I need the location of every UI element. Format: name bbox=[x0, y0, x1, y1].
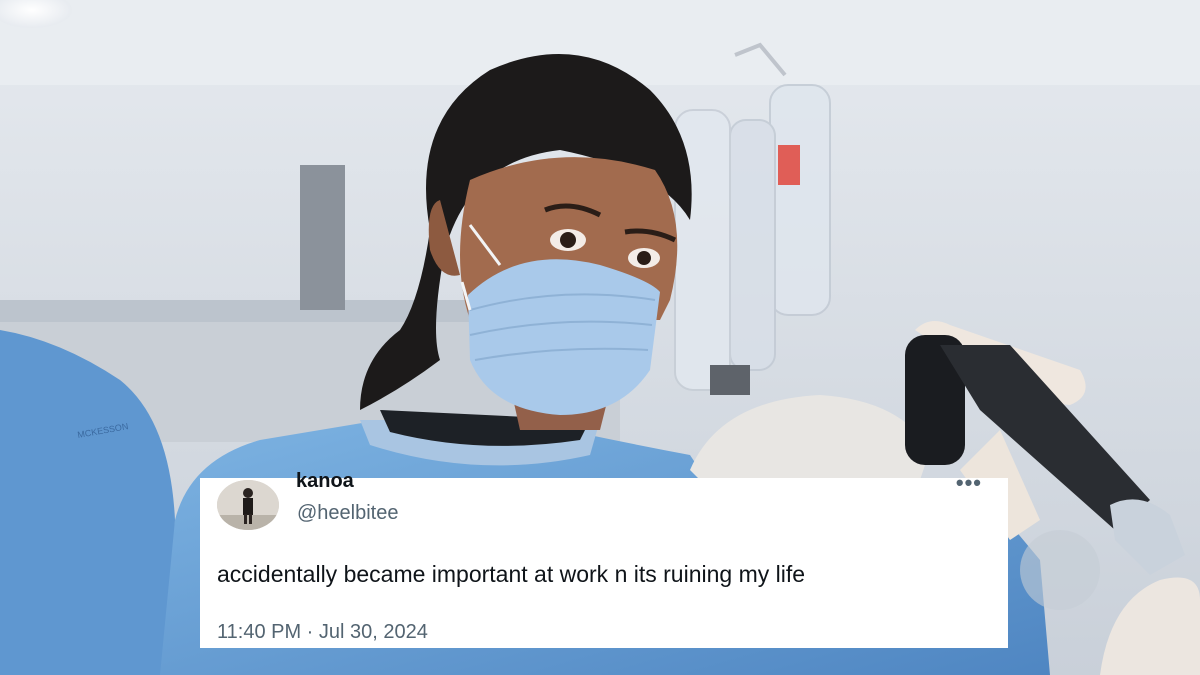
avatar-photo bbox=[217, 480, 279, 530]
avatar[interactable] bbox=[217, 480, 279, 530]
display-name[interactable]: kanoa bbox=[296, 470, 354, 492]
tweet-card[interactable]: kanoa @heelbitee ••• accidentally became… bbox=[200, 470, 1008, 648]
tweet-timestamp[interactable]: 11:40 PM · Jul 30, 2024 bbox=[217, 621, 428, 644]
user-handle[interactable]: @heelbitee bbox=[297, 502, 398, 525]
wall-number bbox=[300, 165, 345, 310]
more-icon[interactable]: ••• bbox=[956, 472, 982, 494]
tweet-text: accidentally became important at work n … bbox=[217, 561, 806, 587]
